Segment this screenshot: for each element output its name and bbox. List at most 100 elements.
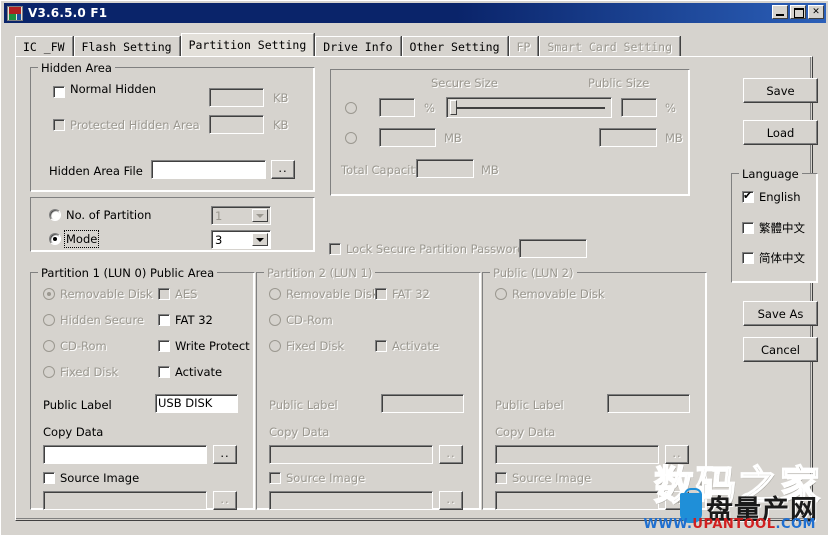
partition2-public-label-input (381, 394, 464, 413)
partition2-fixed-disk-radio: Fixed Disk (269, 339, 344, 353)
checkbox-box (742, 191, 754, 203)
checkbox-box (742, 222, 754, 234)
public-mb-unit: MB (665, 131, 683, 145)
hidden-area-file-input[interactable] (151, 160, 266, 179)
radio-circle (269, 288, 281, 300)
checkbox-box (742, 252, 754, 264)
load-button[interactable]: Load (743, 120, 818, 145)
maximize-button[interactable] (790, 5, 806, 19)
language-traditional-chinese-checkbox[interactable]: 繁體中文 (742, 220, 805, 236)
app-icon (7, 6, 23, 21)
public-lun2-public-label-input (607, 394, 690, 413)
normal-hidden-area-checkbox[interactable]: Normal Hidden Area (53, 86, 173, 112)
tab-flash-setting[interactable]: Flash Setting (74, 36, 180, 56)
checkbox-box (375, 340, 387, 352)
checkbox-box (158, 366, 170, 378)
language-english-checkbox[interactable]: English (742, 190, 801, 204)
mode-combo[interactable]: 3 (211, 230, 271, 249)
partition1-activate-checkbox[interactable]: Activate (158, 365, 222, 379)
normal-hidden-area-label: Normal Hidden Area (70, 83, 156, 103)
public-lun2-copy-data-label: Copy Data (495, 425, 555, 439)
partition1-aes-checkbox: AES (158, 287, 197, 301)
tab-smart-card-setting: Smart Card Setting (539, 36, 680, 56)
tab-partition-setting[interactable]: Partition Setting (181, 33, 315, 56)
checkbox-box (269, 472, 281, 484)
checkbox-box (43, 472, 55, 484)
partition1-source-image-checkbox[interactable]: Source Image (43, 471, 139, 485)
partition2-title: Partition 2 (LUN 1) (264, 266, 375, 280)
secure-mb-radio (345, 132, 357, 144)
application-window: V3.6.5.0 F1 ✕ IC _FW Flash Setting Parti… (0, 0, 828, 535)
radio-label: Hidden Secure (60, 313, 144, 327)
public-lun2-group: Public (LUN 2) Removable Disk Public Lab… (482, 272, 707, 510)
public-size-label: Public Size (588, 76, 649, 90)
save-button[interactable]: Save (743, 78, 818, 103)
chevron-down-icon (252, 233, 268, 246)
tab-ic-fw[interactable]: IC _FW (15, 36, 73, 56)
tab-other-setting[interactable]: Other Setting (402, 36, 508, 56)
partition1-write-protect-checkbox[interactable]: Write Protect (158, 339, 250, 353)
public-lun2-removable-disk-radio: Removable Disk (495, 287, 605, 301)
slider-track (453, 107, 605, 109)
chevron-down-icon (252, 209, 268, 222)
radio-circle (269, 340, 281, 352)
checkbox-label: English (759, 190, 801, 204)
partition1-copy-data-input[interactable] (43, 445, 207, 464)
checkbox-label: Activate (175, 365, 222, 379)
partition2-source-image-checkbox: Source Image (269, 471, 365, 485)
radio-circle (43, 340, 55, 352)
total-capacity-label: Total Capacity (341, 163, 422, 177)
slider-thumb (450, 100, 457, 115)
checkbox-box (495, 472, 507, 484)
checkbox-label: 繁體中文 (759, 220, 805, 236)
partition1-fat32-checkbox[interactable]: FAT 32 (158, 313, 213, 327)
lock-secure-partition-password-input (519, 239, 587, 258)
radio-label: Removable Disk (60, 287, 153, 301)
radio-label: Removable Disk (512, 287, 605, 301)
radio-label: Fixed Disk (286, 339, 344, 353)
protected-hidden-area-unit: KB (273, 118, 288, 132)
checkbox-label: Write Protect (175, 339, 250, 353)
mode-label: Mode (66, 232, 97, 246)
public-lun2-copy-data-input (495, 445, 659, 464)
secure-mb-unit: MB (444, 131, 462, 145)
language-title: Language (739, 167, 802, 181)
normal-hidden-area-size-input[interactable] (209, 88, 264, 107)
hidden-area-file-label: Hidden Area File (49, 164, 143, 178)
radio-circle (345, 102, 357, 114)
checkbox-box (158, 340, 170, 352)
secure-size-label: Secure Size (431, 76, 498, 90)
public-lun2-title: Public (LUN 2) (490, 266, 577, 280)
save-as-button[interactable]: Save As (743, 301, 818, 326)
checkbox-box (53, 119, 65, 131)
close-button[interactable]: ✕ (808, 5, 824, 19)
language-simplified-chinese-checkbox[interactable]: 简体中文 (742, 250, 805, 266)
checkbox-box (158, 288, 170, 300)
partition2-copy-data-input (269, 445, 433, 464)
mode-radio[interactable]: Mode (49, 232, 97, 246)
partition2-activate-checkbox: Activate (375, 339, 439, 353)
partition1-source-image-browse-button: .. (213, 491, 237, 510)
checkbox-label: Source Image (512, 471, 591, 485)
checkbox-box (329, 243, 341, 255)
public-lun2-copy-data-browse-button: .. (665, 445, 689, 464)
radio-circle (345, 132, 357, 144)
partition1-public-label-input[interactable]: USB DISK (155, 394, 238, 413)
public-lun2-source-image-browse-button: .. (665, 491, 689, 510)
secure-percent-unit: % (424, 101, 435, 115)
partition1-source-image-input (43, 491, 207, 510)
tab-drive-info[interactable]: Drive Info (315, 36, 400, 56)
minimize-button[interactable] (772, 5, 788, 19)
cancel-button[interactable]: Cancel (743, 337, 818, 362)
tab-fp: FP (509, 36, 539, 56)
partition1-public-label-text: Public Label (43, 398, 112, 412)
tab-bar: IC _FW Flash Setting Partition Setting D… (15, 34, 681, 56)
hidden-area-file-browse-button[interactable]: .. (271, 160, 295, 179)
radio-circle (43, 314, 55, 326)
no-of-partition-radio[interactable]: No. of Partition (49, 208, 151, 222)
radio-label: Fixed Disk (60, 365, 118, 379)
checkbox-label: Activate (392, 339, 439, 353)
partition1-removable-disk-radio: Removable Disk (43, 287, 153, 301)
partition1-copy-data-browse-button[interactable]: .. (213, 445, 237, 464)
checkbox-label: 简体中文 (759, 250, 805, 266)
